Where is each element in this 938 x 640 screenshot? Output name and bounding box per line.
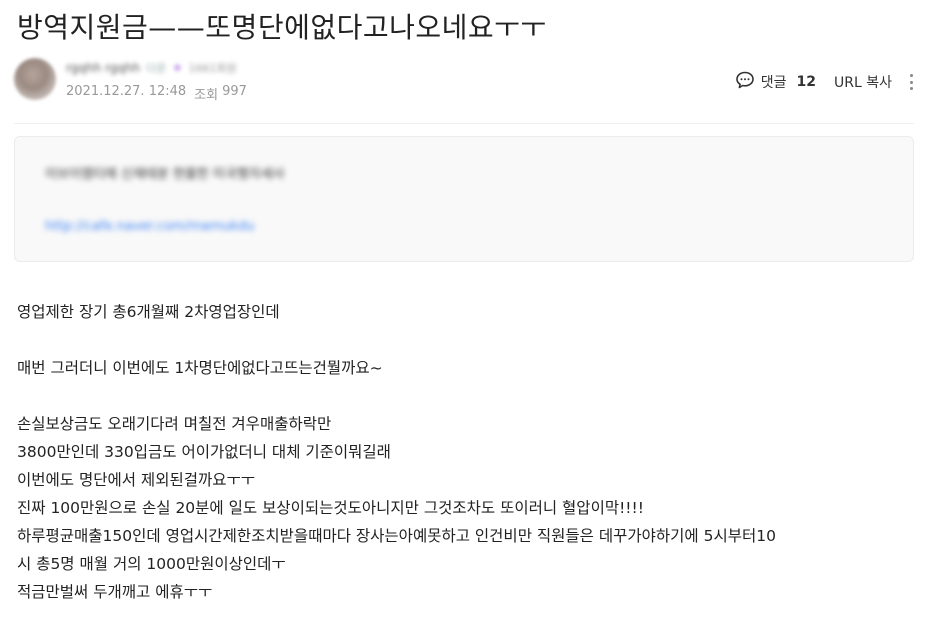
- author-grade: 다운: [146, 62, 167, 75]
- author-badge-icon: ✦: [172, 61, 183, 75]
- link-preview-url[interactable]: http://cafe.naver.com/mamukdu: [45, 219, 255, 234]
- comment-count: 12: [796, 74, 816, 90]
- body-line: 적금만벌써 두개깨고 에휴ㅜㅜ: [17, 583, 213, 601]
- post-body: 영업제한 장기 총6개월째 2차영업장인데 매번 그러더니 이번에도 1차명단에…: [17, 298, 917, 606]
- link-preview-title: 이브이엠티에 신재테분 현물한 미국행자세사: [45, 167, 285, 182]
- comment-bubble-icon: [735, 70, 755, 94]
- more-vertical-icon[interactable]: [906, 72, 916, 92]
- link-preview-box[interactable]: 이브이엠티에 신재테분 현물한 미국행자세사 http://cafe.naver…: [14, 136, 914, 262]
- post-title: 방역지원금——또명단에없다고나오네요ㅜㅜ: [17, 11, 547, 44]
- body-line: 하루평균매출150인데 영업시간제한조치받을때마다 장사는아예못하고 인건비만 …: [17, 527, 776, 545]
- author-name[interactable]: rgqhh rgqhh: [66, 61, 140, 75]
- body-line: 3800만인데 330입금도 어이가없더니 대체 기준이뭐길래: [17, 443, 391, 461]
- post-date: 2021.12.27. 12:48: [66, 84, 187, 99]
- body-line: 시 총5명 매월 거의 1000만원이상인데ㅜ: [17, 555, 286, 573]
- post-views: 조회 997: [194, 84, 247, 103]
- views-count: 997: [222, 84, 247, 99]
- post-actions: 댓글 12 URL 복사: [735, 70, 916, 94]
- body-line: 진짜 100만원으로 손실 20분에 일도 보상이되는것도아니지만 그것조차도 …: [17, 499, 644, 517]
- comment-button[interactable]: 댓글 12: [735, 70, 816, 94]
- comment-label: 댓글: [760, 75, 787, 91]
- author-extra: 1661회원: [188, 62, 237, 75]
- author-info: rgqhh rgqhh 다운 ✦ 1661회원: [66, 60, 237, 76]
- body-line: 매번 그러더니 이번에도 1차명단에없다고뜨는건뭘까요~: [17, 359, 383, 377]
- body-line: 손실보상금도 오래기다려 며칠전 겨우매출하락만: [17, 415, 332, 433]
- body-line: 이번에도 명단에서 제외된걸까요ㅜㅜ: [17, 471, 256, 489]
- author-avatar[interactable]: [14, 58, 56, 100]
- views-label: 조회: [194, 88, 219, 103]
- header-divider: [14, 123, 914, 124]
- body-blank-line: [17, 382, 917, 410]
- url-copy-button[interactable]: URL 복사: [834, 72, 892, 92]
- post-meta: 2021.12.27. 12:48 조회 997: [66, 84, 247, 103]
- body-line: 영업제한 장기 총6개월째 2차영업장인데: [17, 303, 280, 321]
- body-blank-line: [17, 326, 917, 354]
